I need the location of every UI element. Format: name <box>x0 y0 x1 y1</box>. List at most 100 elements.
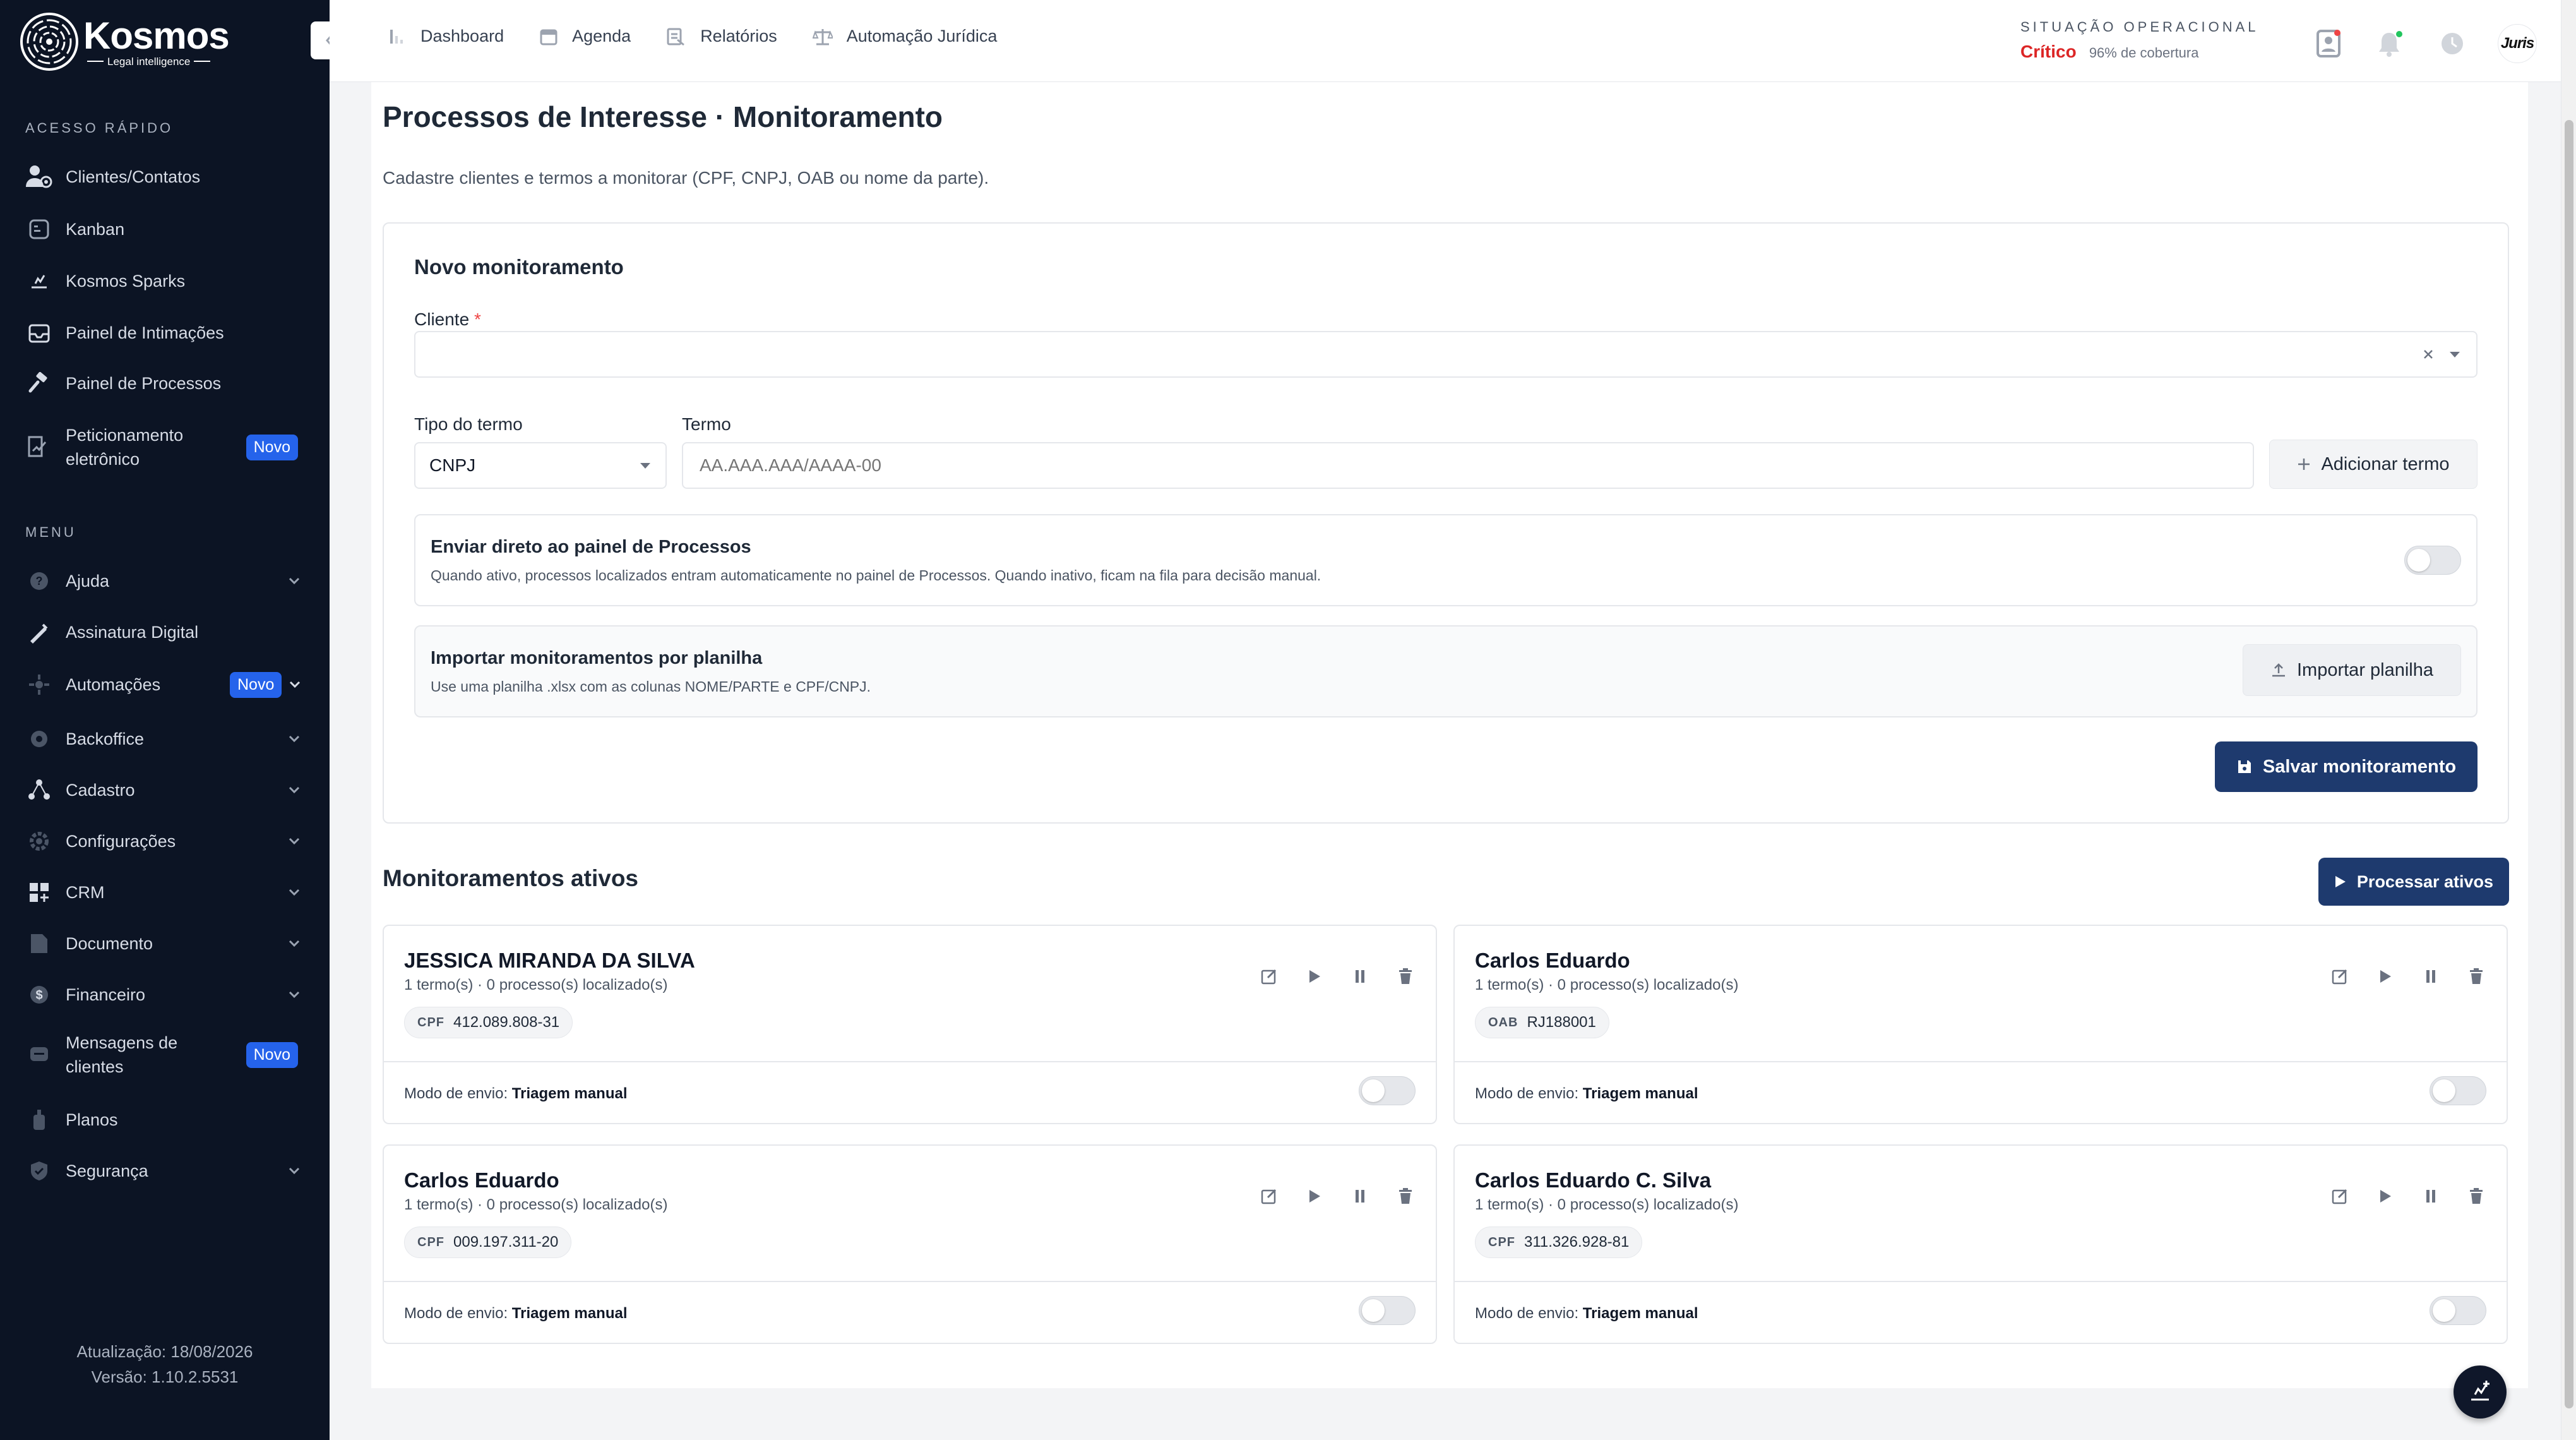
sidebar-item-cadastro[interactable]: Cadastro <box>25 776 303 804</box>
save-label: Salvar monitoramento <box>2262 756 2457 777</box>
history-button[interactable] <box>2436 27 2469 60</box>
direct-send-title: Enviar direto ao painel de Processos <box>431 537 751 557</box>
chart-icon <box>390 29 403 44</box>
send-mode-toggle[interactable] <box>1359 1296 1416 1325</box>
card-divider <box>1455 1281 2507 1282</box>
quick-access-heading: ACESSO RÁPIDO <box>25 120 174 136</box>
send-mode-toggle[interactable] <box>1359 1076 1416 1105</box>
client-name: JESSICA MIRANDA DA SILVA <box>404 949 695 972</box>
nav-relatorios[interactable]: Relatórios <box>666 27 777 46</box>
fingerprint-logo-icon <box>20 13 78 71</box>
clear-icon[interactable] <box>2422 348 2435 361</box>
sidebar-item-crm[interactable]: CRM <box>25 879 303 906</box>
play-icon[interactable] <box>2374 1185 2397 1208</box>
add-term-button[interactable]: Adicionar termo <box>2269 440 2478 489</box>
sidebar-item-kanban[interactable]: Kanban <box>25 215 303 243</box>
sidebar-item-automacoes[interactable]: Automações Novo <box>25 671 303 699</box>
kanban-icon <box>25 215 53 243</box>
sidebar-item-mensagens[interactable]: Mensagens de clientes Novo <box>25 1031 303 1079</box>
report-icon <box>667 28 685 45</box>
sidebar-item-label: Segurança <box>66 1161 148 1180</box>
import-title: Importar monitoramentos por planilha <box>431 648 763 668</box>
send-mode-toggle[interactable] <box>2430 1076 2486 1105</box>
import-panel: Importar monitoramentos por planilha Use… <box>414 625 2478 717</box>
card-meta: 1 termo(s) · 0 processo(s) localizado(s) <box>1475 976 1739 993</box>
sidebar-item-seguranca[interactable]: Segurança <box>25 1157 303 1185</box>
monitoring-card: Carlos Eduardo 1 termo(s) · 0 processo(s… <box>383 1144 1437 1344</box>
user-avatar[interactable]: Juris <box>2498 24 2537 63</box>
play-icon[interactable] <box>1303 965 1326 988</box>
term-type: CPF <box>417 1235 444 1249</box>
chevron-down-icon <box>285 884 303 901</box>
play-icon[interactable] <box>1303 1185 1326 1208</box>
nav-agenda[interactable]: Agenda <box>539 27 631 46</box>
sidebar-item-label: Automações <box>66 675 161 694</box>
nav-dashboard[interactable]: Dashboard <box>388 27 504 46</box>
page-scrollbar[interactable] <box>2561 0 2576 1440</box>
edit-icon[interactable] <box>1258 965 1280 988</box>
save-monitoring-button[interactable]: Salvar monitoramento <box>2215 741 2478 792</box>
pause-icon[interactable] <box>1349 965 1371 988</box>
edit-icon[interactable] <box>2329 1185 2351 1208</box>
term-input[interactable] <box>682 442 2254 489</box>
chevron-down-icon <box>2450 352 2460 357</box>
import-spreadsheet-button[interactable]: Importar planilha <box>2243 644 2461 696</box>
sidebar-item-configuracoes[interactable]: Configurações <box>25 827 303 855</box>
sidebar-item-clientes[interactable]: Clientes/Contatos <box>25 163 303 191</box>
required-marker: * <box>474 309 481 329</box>
edit-icon[interactable] <box>2329 965 2351 988</box>
trash-icon[interactable] <box>2465 965 2488 988</box>
term-type: OAB <box>1488 1015 1518 1029</box>
edit-icon[interactable] <box>1258 1185 1280 1208</box>
users-icon <box>25 163 53 191</box>
sidebar-item-financeiro[interactable]: $ Financeiro <box>25 981 303 1009</box>
menu-heading: MENU <box>25 524 76 540</box>
sidebar-item-intimacoes[interactable]: Painel de Intimações <box>25 319 303 347</box>
top-bar: Dashboard Agenda Relatórios Automação Ju… <box>330 0 2561 82</box>
sidebar-item-label: Mensagens de clientes <box>66 1033 178 1076</box>
card-actions <box>2306 1185 2488 1208</box>
sidebar-item-label: Peticionamento eletrônico <box>66 426 184 469</box>
client-label: Cliente * <box>414 309 481 330</box>
pause-icon[interactable] <box>2419 965 2442 988</box>
nav-automacao-juridica[interactable]: Automação Jurídica <box>812 27 997 46</box>
notifications-button[interactable] <box>2374 27 2407 60</box>
scale-icon <box>812 28 833 45</box>
sidebar-item-sparks[interactable]: Kosmos Sparks <box>25 267 303 295</box>
sidebar-item-label: Cadastro <box>66 781 135 800</box>
sidebar-item-assinatura[interactable]: Assinatura Digital <box>25 618 303 646</box>
pause-icon[interactable] <box>2419 1185 2442 1208</box>
quick-action-button[interactable] <box>2454 1365 2507 1419</box>
chevron-down-icon <box>285 781 303 799</box>
page-title: Processos de Interesse · Monitoramento <box>383 100 943 133</box>
sidebar-item-backoffice[interactable]: Backoffice <box>25 725 303 753</box>
trash-icon[interactable] <box>1394 965 1417 988</box>
brand-tagline: Legal intelligence <box>83 56 229 67</box>
contacts-button[interactable] <box>2312 27 2345 60</box>
term-type-select[interactable]: CNPJ <box>414 442 667 489</box>
sidebar-item-processos[interactable]: Painel de Processos <box>25 369 303 397</box>
term-value: 311.326.928-81 <box>1524 1233 1630 1251</box>
scrollbar-thumb[interactable] <box>2565 120 2573 1408</box>
process-active-button[interactable]: Processar ativos <box>2318 858 2509 906</box>
sidebar-item-planos[interactable]: Planos <box>25 1106 303 1134</box>
sidebar-item-documento[interactable]: Documento <box>25 930 303 957</box>
brand-logo[interactable]: Kosmos Legal intelligence <box>19 11 230 72</box>
sidebar-item-peticionamento[interactable]: Peticionamento eletrônico Novo <box>25 423 303 471</box>
trash-icon[interactable] <box>1394 1185 1417 1208</box>
pause-icon[interactable] <box>1349 1185 1371 1208</box>
client-select[interactable] <box>414 331 2478 378</box>
card-divider <box>384 1061 1436 1062</box>
direct-send-toggle[interactable] <box>2404 546 2461 575</box>
nav-label: Dashboard <box>420 27 504 45</box>
term-value: 412.089.808-31 <box>453 1014 560 1031</box>
send-mode-toggle[interactable] <box>2430 1296 2486 1325</box>
page-subtitle: Cadastre clientes e termos a monitorar (… <box>383 168 989 188</box>
direct-send-panel: Enviar direto ao painel de Processos Qua… <box>414 514 2478 606</box>
sidebar-item-ajuda[interactable]: ? Ajuda <box>25 567 303 595</box>
update-date: Atualização: 18/08/2026 <box>76 1342 253 1361</box>
play-icon[interactable] <box>2374 965 2397 988</box>
file-icon <box>25 930 53 957</box>
card-meta: 1 termo(s) · 0 processo(s) localizado(s) <box>404 1196 668 1213</box>
trash-icon[interactable] <box>2465 1185 2488 1208</box>
